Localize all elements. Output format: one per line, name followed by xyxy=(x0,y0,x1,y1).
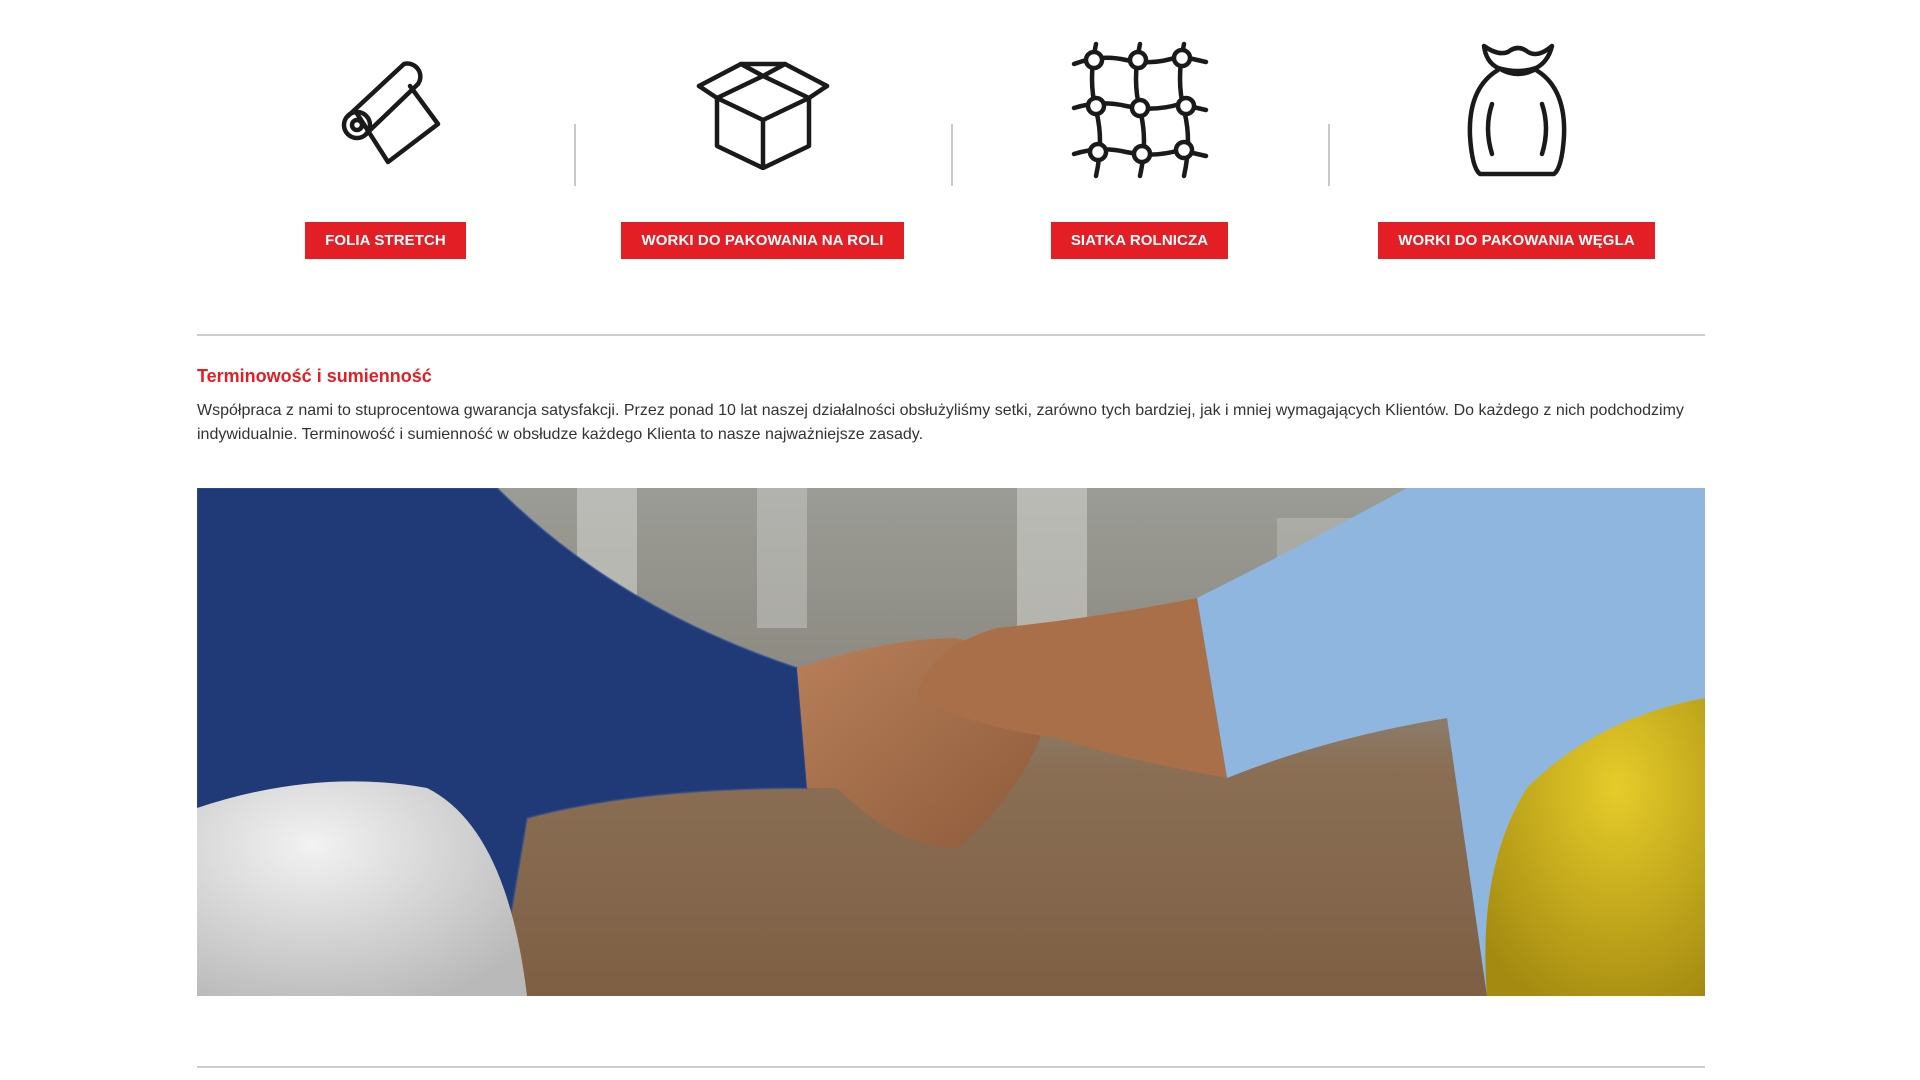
section-title: Terminowość i sumienność xyxy=(197,366,432,386)
product-folia-stretch: FOLIA STRETCH xyxy=(197,38,574,268)
open-box-icon[interactable] xyxy=(688,40,838,180)
section-description: Współpraca z nami to stuprocentowa gwara… xyxy=(197,402,1684,443)
product-categories: FOLIA STRETCH WORKI DO PAKOWANIA NA ROLI xyxy=(197,38,1705,268)
section-divider xyxy=(197,334,1705,336)
product-siatka-rolnicza: SIATKA ROLNICZA xyxy=(951,38,1328,268)
sack-bag-icon[interactable] xyxy=(1442,40,1592,180)
product-worki-na-roli: WORKI DO PAKOWANIA NA ROLI xyxy=(574,38,951,268)
stretch-film-roll-icon[interactable] xyxy=(311,40,461,180)
worki-wegla-button[interactable]: WORKI DO PAKOWANIA WĘGLA xyxy=(1378,222,1655,259)
product-worki-wegla: WORKI DO PAKOWANIA WĘGLA xyxy=(1328,38,1705,268)
page: FOLIA STRETCH WORKI DO PAKOWANIA NA ROLI xyxy=(0,0,1920,1080)
worki-na-roli-button[interactable]: WORKI DO PAKOWANIA NA ROLI xyxy=(621,222,904,259)
section-divider-bottom xyxy=(197,1066,1705,1068)
folia-stretch-button[interactable]: FOLIA STRETCH xyxy=(305,222,466,259)
siatka-rolnicza-button[interactable]: SIATKA ROLNICZA xyxy=(1050,222,1229,259)
handshake-photo xyxy=(197,488,1705,996)
net-mesh-icon[interactable] xyxy=(1065,40,1215,180)
